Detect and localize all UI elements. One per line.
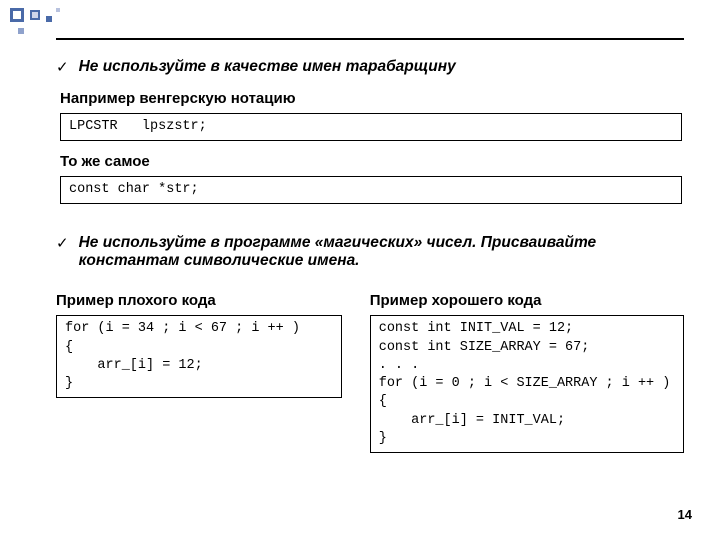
good-code-label: Пример хорошего кода [370, 292, 684, 309]
good-code-box: const int INIT_VAL = 12; const int SIZE_… [370, 315, 684, 453]
bullet-2: ✓ Не используйте в программе «магических… [56, 234, 684, 270]
code-columns: Пример плохого кода for (i = 34 ; i < 67… [56, 284, 684, 465]
bullet-2-text: Не используйте в программе «магических» … [79, 234, 684, 270]
code-same: const char *str; [60, 176, 682, 204]
bad-code-label: Пример плохого кода [56, 292, 342, 309]
bullet-1-text: Не используйте в качестве имен тарабарщи… [79, 58, 456, 76]
bad-code-column: Пример плохого кода for (i = 34 ; i < 67… [56, 284, 342, 465]
code-hungarian: LPCSTR lpszstr; [60, 113, 682, 141]
title-underline [56, 38, 684, 40]
slide-decoration [10, 8, 82, 38]
subheading-same: То же самое [60, 153, 684, 170]
checkmark-icon: ✓ [56, 234, 69, 270]
subheading-hungarian: Например венгерскую нотацию [60, 90, 684, 107]
checkmark-icon: ✓ [56, 58, 69, 76]
bad-code-box: for (i = 34 ; i < 67 ; i ++ ) { arr_[i] … [56, 315, 342, 398]
bullet-1: ✓ Не используйте в качестве имен тарабар… [56, 58, 684, 76]
good-code-column: Пример хорошего кода const int INIT_VAL … [370, 284, 684, 465]
page-number: 14 [678, 507, 692, 522]
